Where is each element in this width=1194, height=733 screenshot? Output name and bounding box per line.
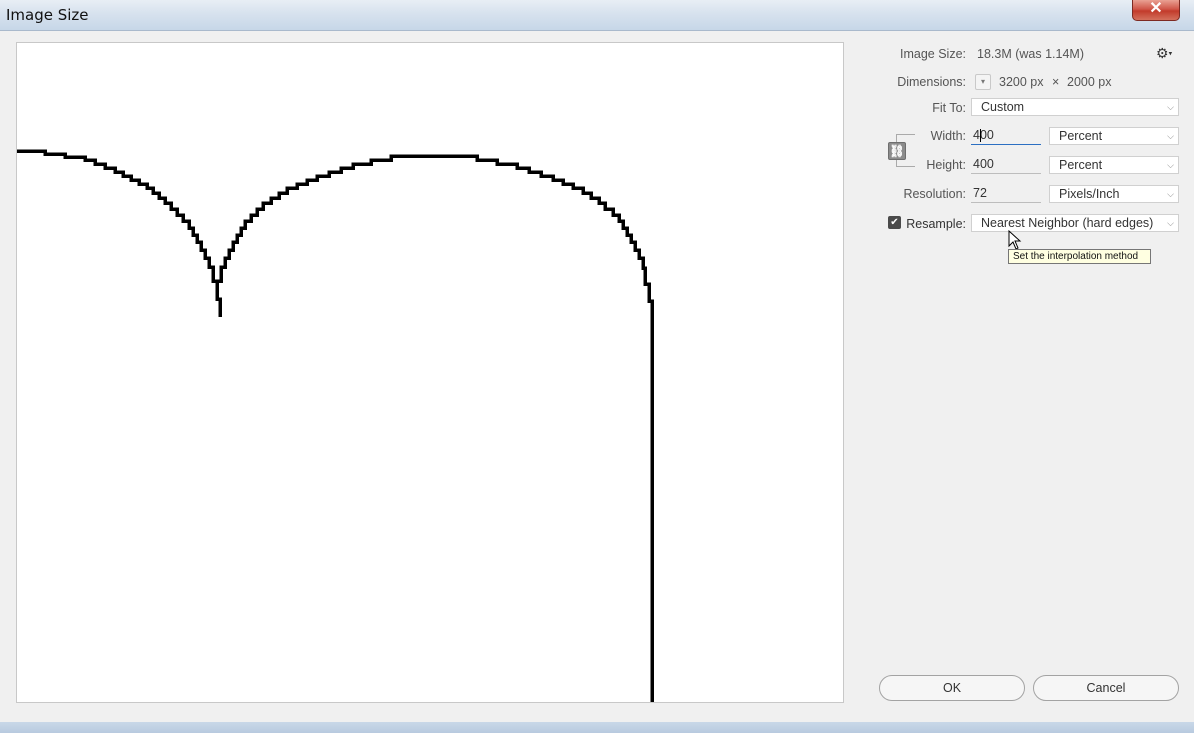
dimensions-label: Dimensions: <box>897 75 966 89</box>
resolution-input[interactable]: 72 <box>971 185 1041 203</box>
chevron-down-icon: ⌵ <box>1167 102 1174 112</box>
resolution-unit-select[interactable]: Pixels/Inch ⌵ <box>1049 185 1179 203</box>
chevron-down-icon: ⌵ <box>1167 218 1174 228</box>
width-input[interactable]: 400 <box>971 127 1041 145</box>
fit-to-value: Custom <box>981 100 1025 114</box>
text-caret <box>980 129 981 142</box>
dialog-title: Image Size <box>6 6 89 24</box>
fit-to-select[interactable]: Custom ⌵ <box>971 98 1179 116</box>
height-input[interactable]: 400 <box>971 156 1041 174</box>
resample-method-select[interactable]: Nearest Neighbor (hard edges) ⌵ <box>971 214 1179 232</box>
resolution-value: 72 <box>973 186 987 200</box>
close-button[interactable]: ✕ <box>1132 0 1180 21</box>
resolution-unit-value: Pixels/Inch <box>1059 187 1120 201</box>
gear-icon: ⚙ <box>1156 45 1169 61</box>
cancel-button[interactable]: Cancel <box>1033 675 1179 701</box>
close-icon: ✕ <box>1149 0 1163 17</box>
width-unit-value: Percent <box>1059 129 1103 143</box>
chevron-down-icon: ▾ <box>980 77 985 86</box>
image-size-dialog: Image Size ✕ Image Size: 18.3M (was 1.14… <box>0 0 1194 733</box>
dimensions-units-toggle[interactable]: ▾ <box>975 74 991 90</box>
resample-label[interactable]: Resample: <box>904 215 966 233</box>
resample-checkbox[interactable]: ✔ <box>888 216 901 229</box>
interpolation-tooltip: Set the interpolation method <box>1008 249 1151 264</box>
dimensions-times-sign: × <box>1052 75 1060 89</box>
resolution-label: Resolution: <box>903 187 966 201</box>
image-size-value: 18.3M (was 1.14M) <box>977 47 1084 61</box>
height-label: Height: <box>926 158 966 172</box>
preview-artwork <box>17 149 654 702</box>
chevron-down-icon: ⌵ <box>1167 160 1174 170</box>
height-unit-select[interactable]: Percent ⌵ <box>1049 156 1179 174</box>
height-value: 400 <box>973 157 994 171</box>
fit-to-label: Fit To: <box>932 101 966 115</box>
settings-menu-button[interactable]: ⚙▾ <box>1156 45 1176 61</box>
checkmark-icon: ✔ <box>890 217 899 228</box>
left-arc <box>17 149 222 317</box>
title-bar[interactable]: Image Size ✕ <box>0 0 1194 31</box>
ok-button[interactable]: OK <box>879 675 1025 701</box>
dimensions-height-value: 2000 px <box>1067 75 1112 89</box>
image-size-label: Image Size: <box>899 47 966 61</box>
chevron-down-icon: ▾ <box>1168 50 1173 58</box>
width-label: Width: <box>930 129 966 143</box>
pixel-curve <box>17 149 654 702</box>
image-preview[interactable] <box>16 42 844 703</box>
dimensions-width-value: 3200 px <box>999 75 1044 89</box>
chevron-down-icon: ⌵ <box>1167 131 1174 141</box>
mouse-pointer-icon <box>1008 230 1022 250</box>
right-arc <box>217 154 654 702</box>
chevron-down-icon: ⌵ <box>1167 189 1174 199</box>
height-unit-value: Percent <box>1059 158 1103 172</box>
width-value: 400 <box>973 128 994 142</box>
width-unit-select[interactable]: Percent ⌵ <box>1049 127 1179 145</box>
window-bottom-frame <box>0 722 1194 733</box>
resample-method-value: Nearest Neighbor (hard edges) <box>981 216 1154 230</box>
